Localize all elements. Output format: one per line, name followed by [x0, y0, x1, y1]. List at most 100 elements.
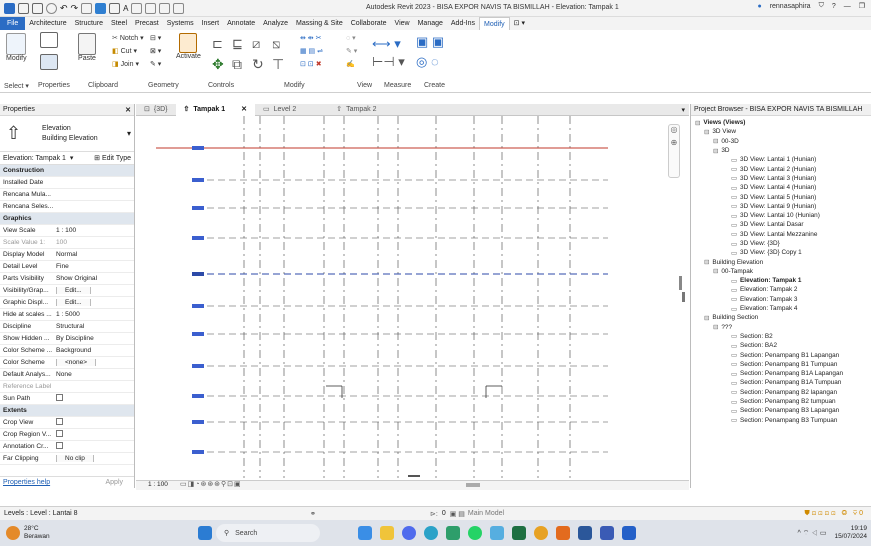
- trim-icon[interactable]: ⊤: [272, 56, 284, 73]
- browser-item[interactable]: ▭ Section: Penampang B1A Tumpuan: [691, 378, 871, 387]
- property-group[interactable]: Extents: [0, 405, 134, 417]
- horizontal-scrollbar[interactable]: [466, 483, 480, 487]
- restore-icon[interactable]: ❐: [859, 2, 865, 10]
- chrome-icon[interactable]: [534, 526, 548, 540]
- rotate-icon[interactable]: ↻: [252, 56, 264, 73]
- close-hidden-icon[interactable]: [159, 2, 171, 14]
- tab-insert[interactable]: Insert: [198, 17, 224, 30]
- editable-only-icon[interactable]: ⊳:: [430, 510, 438, 518]
- browser-item[interactable]: ⊟ Building Section: [691, 313, 871, 322]
- close-icon[interactable]: ✕: [241, 104, 247, 116]
- checkbox[interactable]: [56, 430, 63, 437]
- weather-widget[interactable]: 28°C Berawan: [24, 525, 194, 541]
- measure-icon-ribbon[interactable]: ⟷ ▾: [372, 36, 401, 52]
- browser-item[interactable]: ▭ Section: Penampang B2 tumpuan: [691, 397, 871, 406]
- task-view-icon[interactable]: [336, 526, 350, 540]
- browser-item[interactable]: ▭ 3D View: Lantai Dasar: [691, 220, 871, 229]
- mirror-line-icon[interactable]: ⧅: [272, 36, 280, 52]
- property-value[interactable]: 1 : 5000: [54, 311, 134, 318]
- browser-item[interactable]: ▭ 3D View: {3D}: [691, 239, 871, 248]
- dimension-icon-ribbon[interactable]: ⊢⊣ ▾: [372, 54, 405, 70]
- edge-icon[interactable]: [358, 526, 372, 540]
- tray-icons[interactable]: ^ ⌔ ◁ ▭: [798, 529, 827, 538]
- property-value[interactable]: Edit...: [54, 287, 134, 294]
- type-selector[interactable]: ⇧ Elevation Building Elevation ▾: [0, 116, 134, 152]
- cut-button[interactable]: ◧ Cut ▾: [112, 47, 137, 56]
- property-value[interactable]: [54, 418, 134, 427]
- selection-filter-icons[interactable]: ⛊⊡⊡⊡⊡ ◎ ⊽0: [804, 510, 871, 518]
- create-group-icon[interactable]: ◎ ◌: [416, 54, 439, 70]
- tab-architecture[interactable]: Architecture: [25, 17, 70, 30]
- tab-tampak-2[interactable]: ⇧ Tampak 2: [328, 104, 384, 116]
- property-edit-button[interactable]: Edit...: [56, 287, 91, 294]
- taskbar-search[interactable]: ⚲ Search: [216, 524, 320, 542]
- browser-item[interactable]: ▭ 3D View: Lantai 5 (Hunian): [691, 192, 871, 202]
- property-group[interactable]: Graphics: [0, 213, 134, 225]
- navisworks-icon[interactable]: [600, 526, 614, 540]
- ribbon-options-icon[interactable]: ⊡ ▾: [510, 17, 529, 30]
- office-icon[interactable]: [556, 526, 570, 540]
- split-icon[interactable]: ⇹ ⇹ ✂: [300, 34, 322, 42]
- group-select[interactable]: Select ▾: [4, 82, 29, 90]
- property-value[interactable]: 1 : 100: [54, 227, 134, 234]
- word-icon[interactable]: [578, 526, 592, 540]
- app-icon[interactable]: [490, 526, 504, 540]
- browser-item[interactable]: ▭ Elevation: Tampak 1: [691, 276, 871, 285]
- checkbox[interactable]: [56, 418, 63, 425]
- property-edit-button[interactable]: Edit...: [56, 299, 91, 306]
- open-icon[interactable]: [18, 2, 29, 14]
- level-head[interactable]: [192, 420, 204, 424]
- close-icon[interactable]: ✕: [125, 106, 131, 114]
- level-head[interactable]: [192, 364, 204, 368]
- level-head[interactable]: [192, 272, 204, 276]
- tab-view[interactable]: View: [391, 17, 414, 30]
- pin-icon[interactable]: ⊡ ⊡ ✖: [300, 60, 322, 68]
- browser-item[interactable]: ⊟???: [691, 323, 871, 332]
- user-name[interactable]: rennasaphira: [770, 3, 811, 10]
- property-value[interactable]: None: [54, 371, 134, 378]
- type-properties-button[interactable]: [40, 32, 58, 48]
- tab-3d[interactable]: ⊡ {3D}: [136, 104, 176, 116]
- checkbox[interactable]: [56, 394, 63, 401]
- instance-selector[interactable]: Elevation: Tampak 1: [3, 155, 66, 162]
- copy-icon[interactable]: ⧉: [232, 56, 242, 73]
- browser-item[interactable]: ⊟ 3D View: [691, 127, 871, 136]
- redo-icon[interactable]: ↷: [71, 3, 79, 14]
- browser-item[interactable]: ▭ Section: B2: [691, 332, 871, 341]
- browser-item[interactable]: ⊟ 00-3D: [691, 137, 871, 146]
- tab-annotate[interactable]: Annotate: [223, 17, 259, 30]
- notch-button[interactable]: ✂ Notch ▾: [112, 34, 144, 43]
- linework-icon[interactable]: ✍: [346, 60, 355, 68]
- tab-massing-site[interactable]: Massing & Site: [292, 17, 347, 30]
- level-head[interactable]: [192, 146, 204, 150]
- tab-precast[interactable]: Precast: [131, 17, 163, 30]
- property-value[interactable]: Normal: [54, 251, 134, 258]
- browser-item[interactable]: ▭ 3D View: Lantai 9 (Hunian): [691, 202, 871, 211]
- browser-item[interactable]: ▭ 3D View: Lantai 2 (Hunian): [691, 164, 871, 174]
- move-icon[interactable]: ✥: [212, 56, 224, 73]
- level-head[interactable]: [192, 236, 204, 240]
- override-icon[interactable]: ✎ ▾: [346, 47, 357, 55]
- split-face-icon[interactable]: ⊟ ▾: [150, 34, 161, 42]
- browser-item[interactable]: ▭ Section: Penampang B1 Tumpuan: [691, 360, 871, 369]
- property-value[interactable]: Edit...: [54, 299, 134, 306]
- active-model[interactable]: Main Model: [465, 510, 635, 517]
- elevation-drawing[interactable]: [136, 116, 689, 480]
- array-icon[interactable]: ▦ ▤ ⇌: [300, 47, 323, 55]
- user-icon[interactable]: ●: [757, 3, 761, 10]
- browser-item[interactable]: ⊟ Views (Views): [691, 118, 871, 127]
- edit-type-button[interactable]: ⊞ Edit Type: [94, 154, 131, 162]
- revit-logo-icon[interactable]: [4, 2, 15, 14]
- create-assembly-icon[interactable]: ▣ ▣: [416, 34, 444, 50]
- save-icon[interactable]: [32, 2, 43, 14]
- property-value[interactable]: <none>: [54, 359, 134, 366]
- property-value[interactable]: By Discipline: [54, 335, 134, 342]
- level-head[interactable]: [192, 394, 204, 398]
- whatsapp-icon[interactable]: [468, 526, 482, 540]
- windows-start-icon[interactable]: [198, 526, 212, 540]
- align-icon[interactable]: ⊏: [212, 36, 223, 52]
- print-icon[interactable]: [81, 2, 93, 14]
- level-head[interactable]: [192, 304, 204, 308]
- browser-item[interactable]: ▭ Elevation: Tampak 2: [691, 285, 871, 294]
- offset-icon[interactable]: ⊑: [232, 36, 243, 52]
